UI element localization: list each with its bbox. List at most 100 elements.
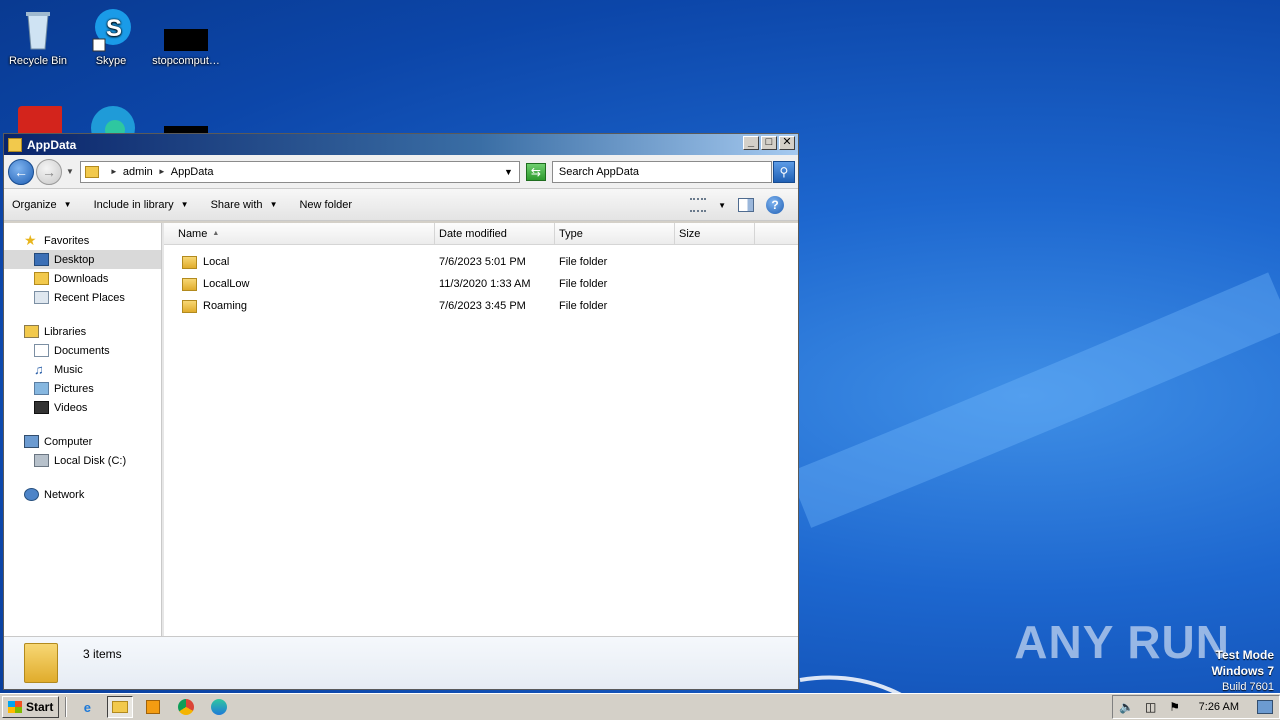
music-icon: ♫ [34, 362, 44, 377]
search-input[interactable]: Search AppData ⚲ [551, 160, 795, 183]
minimize-button[interactable]: _ [743, 136, 759, 150]
arrow-left-icon: ← [14, 163, 28, 180]
column-header-size[interactable]: Size [675, 223, 755, 244]
videos-icon [34, 401, 49, 414]
action-center-flag-icon[interactable]: ⚑ [1167, 700, 1183, 714]
desktop-icon-skype[interactable]: S Skype [73, 5, 149, 67]
file-date: 11/3/2020 1:33 AM [439, 278, 531, 290]
window-title: AppData [27, 137, 77, 152]
new-folder-button[interactable]: New folder [299, 199, 352, 211]
nav-label: Documents [54, 344, 110, 357]
search-button[interactable]: ⚲ [772, 160, 795, 183]
file-row[interactable]: Local 7/6/2023 5:01 PM File folder [164, 251, 798, 273]
folder-icon [182, 277, 197, 291]
preview-pane-icon[interactable] [738, 198, 754, 212]
column-header-name[interactable]: Name ▲ [164, 223, 435, 244]
volume-icon[interactable]: 🔈 [1119, 700, 1135, 714]
column-header-type[interactable]: Type [555, 223, 675, 244]
nav-label: Recent Places [54, 291, 125, 304]
taskbar-chrome[interactable] [173, 696, 199, 718]
breadcrumb-admin[interactable]: admin [123, 166, 153, 178]
nav-music[interactable]: ♫ Music [4, 360, 161, 379]
include-in-library-button[interactable]: Include in library ▼ [94, 199, 189, 211]
command-bar: Organize ▼ Include in library ▼ Share wi… [4, 189, 798, 221]
edge-icon [211, 699, 228, 715]
nav-label: Favorites [44, 234, 90, 247]
nav-pictures[interactable]: Pictures [4, 379, 161, 398]
star-icon: ★ [24, 232, 37, 248]
desktop-icon-stopcomputer[interactable]: stopcomput… [148, 5, 224, 67]
nav-label: Local Disk (C:) [54, 454, 127, 467]
close-button[interactable]: ✕ [779, 136, 795, 150]
nav-videos[interactable]: Videos [4, 398, 161, 417]
downloads-icon [34, 272, 49, 285]
folder-icon [182, 255, 197, 269]
clock[interactable]: 7:26 AM [1199, 701, 1239, 713]
start-label: Start [26, 700, 54, 714]
navigation-pane: ★ Favorites Desktop Downloads Recent Pla… [4, 223, 162, 636]
nav-libraries[interactable]: Libraries [4, 322, 161, 341]
column-header-date[interactable]: Date modified [435, 223, 555, 244]
organize-button[interactable]: Organize ▼ [12, 199, 72, 211]
taskbar-media-player[interactable] [140, 696, 166, 718]
explorer-window: AppData _ □ ✕ ← → ▼ ► admin ► AppData ▼ … [3, 133, 799, 690]
share-with-button[interactable]: Share with ▼ [211, 199, 278, 211]
chevron-right-icon[interactable]: ► [158, 167, 166, 176]
address-dropdown-button[interactable]: ▼ [504, 167, 513, 177]
chevron-right-icon[interactable]: ► [110, 167, 118, 176]
nav-favorites[interactable]: ★ Favorites [4, 231, 161, 250]
new-folder-label: New folder [299, 198, 353, 211]
refresh-button[interactable]: ⇆ [525, 162, 546, 181]
help-icon[interactable]: ? [766, 196, 784, 214]
file-row[interactable]: Roaming 7/6/2023 3:45 PM File folder [164, 295, 798, 317]
include-label: Include in library [93, 198, 174, 211]
arrow-right-icon: → [42, 163, 56, 180]
explorer-icon [112, 701, 129, 713]
taskbar-internet-explorer[interactable]: e [74, 696, 100, 718]
nav-label: Libraries [44, 325, 87, 338]
column-headers: Name ▲ Date modified Type Size [164, 223, 798, 245]
recent-places-icon [34, 291, 49, 304]
file-row[interactable]: LocalLow 11/3/2020 1:33 AM File folder [164, 273, 798, 295]
show-desktop-icon[interactable] [1257, 700, 1273, 714]
share-label: Share with [210, 198, 263, 211]
address-bar-row: ← → ▼ ► admin ► AppData ▼ ⇆ Search AppDa… [4, 155, 798, 189]
nav-network[interactable]: Network [4, 485, 161, 504]
maximize-button[interactable]: □ [761, 136, 777, 150]
taskbar-edge[interactable] [206, 696, 232, 718]
address-bar[interactable]: ► admin ► AppData ▼ [79, 160, 520, 183]
folder-icon [84, 165, 99, 178]
breadcrumb-appdata[interactable]: AppData [171, 166, 214, 178]
chevron-down-icon: ▼ [63, 200, 72, 209]
network-tray-icon[interactable]: ◫ [1143, 700, 1159, 714]
recycle-bin-icon [14, 5, 62, 53]
view-dropdown-icon[interactable]: ▼ [718, 201, 726, 210]
start-button[interactable]: Start [2, 696, 60, 718]
folder-icon [8, 137, 22, 152]
file-date: 7/6/2023 3:45 PM [439, 300, 526, 312]
change-view-icon[interactable] [690, 198, 707, 212]
svg-text:S: S [106, 15, 122, 42]
hard-disk-icon [34, 454, 49, 467]
nav-desktop[interactable]: Desktop [4, 250, 161, 269]
search-placeholder: Search AppData [558, 165, 640, 178]
skype-icon: S [87, 5, 135, 53]
back-button[interactable]: ← [8, 158, 34, 185]
forward-button[interactable]: → [36, 158, 62, 185]
windows-logo-icon [8, 701, 22, 713]
recent-pages-dropdown[interactable]: ▼ [66, 167, 74, 176]
sort-ascending-icon: ▲ [212, 230, 220, 237]
nav-documents[interactable]: Documents [4, 341, 161, 360]
title-bar[interactable]: AppData _ □ ✕ [4, 134, 798, 155]
nav-downloads[interactable]: Downloads [4, 269, 161, 288]
nav-computer[interactable]: Computer [4, 432, 161, 451]
refresh-icon: ⇆ [530, 164, 541, 179]
nav-recent-places[interactable]: Recent Places [4, 288, 161, 307]
desktop-icon-recycle-bin[interactable]: Recycle Bin [0, 5, 76, 67]
search-icon: ⚲ [779, 164, 789, 179]
nav-local-disk[interactable]: Local Disk (C:) [4, 451, 161, 470]
column-label: Name [178, 227, 208, 240]
file-list: Name ▲ Date modified Type Size Local 7/6… [162, 223, 798, 636]
nav-label: Music [54, 363, 83, 376]
taskbar-explorer[interactable] [107, 696, 134, 718]
